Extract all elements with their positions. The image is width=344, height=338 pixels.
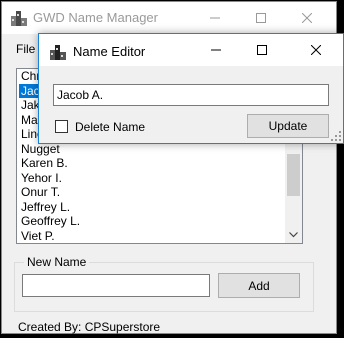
main-titlebar[interactable]: GWD Name Manager — [2, 2, 336, 34]
dialog-close-button[interactable] — [293, 34, 339, 66]
app-icon — [50, 45, 66, 60]
main-maximize-button[interactable] — [238, 2, 284, 34]
new-name-input[interactable] — [22, 274, 210, 297]
app-icon — [11, 11, 27, 26]
list-item[interactable]: Onur T. — [19, 185, 284, 200]
scroll-down-button[interactable] — [285, 226, 302, 243]
scrollbar-thumb[interactable] — [287, 154, 300, 196]
new-name-group-label: New Name — [24, 255, 90, 269]
maximize-icon — [257, 45, 267, 55]
list-item[interactable]: Geoffrey L. — [19, 214, 284, 229]
scroll-down-icon — [289, 231, 298, 237]
close-icon — [302, 13, 312, 23]
maximize-icon — [256, 13, 266, 23]
dialog-titlebar[interactable]: Name Editor — [39, 34, 343, 66]
dialog-minimize-button[interactable] — [193, 34, 239, 66]
dialog-title: Name Editor — [73, 44, 146, 59]
name-editor-dialog: Name Editor Delete Name Update — [38, 33, 344, 144]
resize-grip-icon[interactable] — [331, 131, 341, 141]
edit-name-input[interactable] — [53, 84, 329, 106]
main-minimize-button[interactable] — [192, 2, 238, 34]
main-window-title: GWD Name Manager — [33, 10, 158, 25]
list-item[interactable]: Jeffrey L. — [19, 200, 284, 215]
minimize-icon — [211, 49, 221, 51]
add-button[interactable]: Add — [218, 273, 300, 298]
list-item[interactable]: Yehor I. — [19, 171, 284, 186]
delete-name-label: Delete Name — [75, 120, 146, 134]
delete-name-checkbox[interactable] — [55, 120, 68, 133]
dialog-maximize-button[interactable] — [239, 34, 285, 66]
list-item[interactable]: Viet P. — [19, 229, 284, 244]
list-item[interactable]: Karen B. — [19, 156, 284, 171]
update-button[interactable]: Update — [247, 114, 329, 138]
menu-file[interactable]: File — [16, 42, 35, 56]
footer-credit: Created By: CPSuperstore — [18, 320, 161, 334]
close-icon — [311, 45, 321, 55]
main-close-button[interactable] — [284, 2, 330, 34]
minimize-icon — [210, 17, 220, 19]
